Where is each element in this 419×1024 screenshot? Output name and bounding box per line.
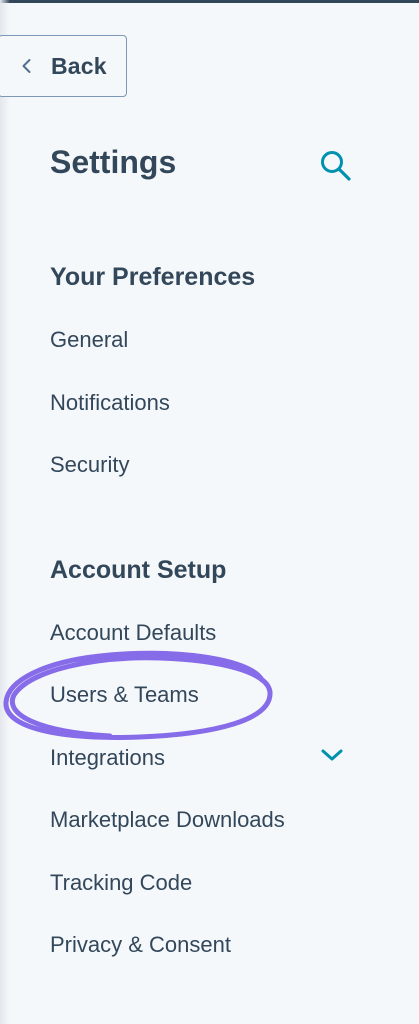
search-icon[interactable] <box>318 148 352 182</box>
left-edge-shadow <box>0 0 10 1024</box>
back-button[interactable]: Back <box>0 35 127 97</box>
top-border <box>0 0 419 3</box>
nav-item-tracking-code[interactable]: Tracking Code <box>50 869 192 897</box>
nav-item-notifications[interactable]: Notifications <box>50 389 170 417</box>
nav-item-integrations[interactable]: Integrations <box>50 744 165 772</box>
nav-item-privacy-consent[interactable]: Privacy & Consent <box>50 931 231 959</box>
nav-item-security[interactable]: Security <box>50 451 129 479</box>
nav-item-general[interactable]: General <box>50 326 128 354</box>
nav-item-users-teams[interactable]: Users & Teams <box>50 681 199 709</box>
back-button-label: Back <box>51 53 107 79</box>
nav-item-marketplace-downloads[interactable]: Marketplace Downloads <box>50 806 285 834</box>
page-title: Settings <box>50 144 177 180</box>
section-heading-account-setup: Account Setup <box>50 556 227 584</box>
chevron-left-icon <box>22 59 31 73</box>
chevron-down-icon[interactable] <box>320 746 344 764</box>
section-heading-your-preferences: Your Preferences <box>50 263 256 291</box>
nav-item-account-defaults[interactable]: Account Defaults <box>50 619 216 647</box>
